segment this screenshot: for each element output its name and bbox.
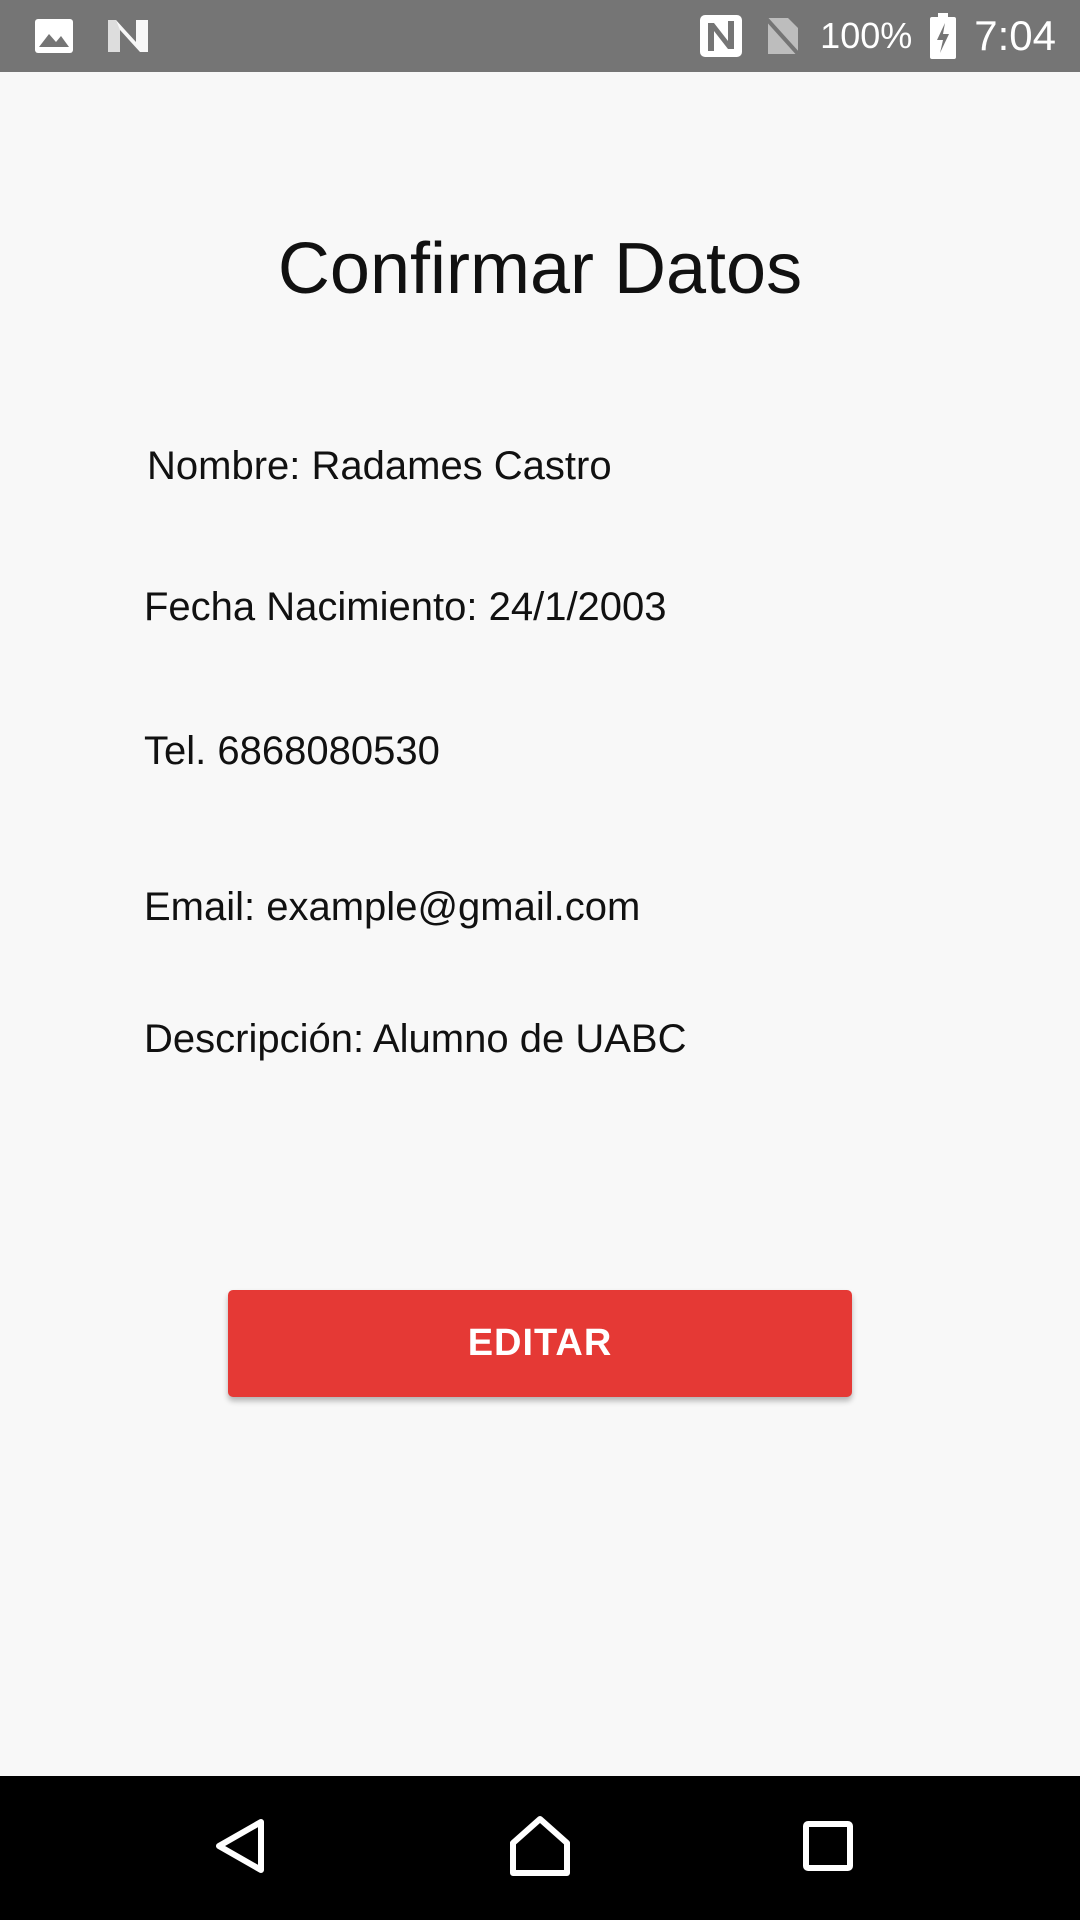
battery-percent: 100%	[820, 15, 913, 56]
battery-charging-icon	[930, 13, 957, 59]
nfc-icon	[698, 13, 744, 59]
descripcion-text: Descripción: Alumno de UABC	[144, 1017, 687, 1061]
home-icon	[508, 1815, 572, 1882]
home-button[interactable]	[460, 1776, 620, 1920]
recents-button[interactable]	[748, 1776, 908, 1920]
no-sim-icon	[762, 14, 802, 58]
nombre-text: Nombre: Radames Castro	[147, 444, 612, 488]
back-icon	[211, 1816, 271, 1881]
recents-icon	[802, 1820, 854, 1877]
status-right-icons: 100% 7:04	[698, 0, 1056, 72]
status-left-icons	[34, 0, 150, 72]
telefono-text: Tel. 6868080530	[144, 729, 440, 773]
page-title: Confirmar Datos	[277, 229, 803, 309]
fecha-nacimiento-text: Fecha Nacimiento: 24/1/2003	[144, 585, 667, 629]
back-button[interactable]	[161, 1776, 321, 1920]
clock: 7:04	[974, 12, 1056, 59]
image-icon	[34, 16, 74, 56]
status-bar: 100% 7:04	[0, 0, 1080, 72]
n-notification-icon	[106, 16, 150, 56]
edit-button[interactable]: EDITAR	[228, 1290, 852, 1397]
email-text: Email: example@gmail.com	[144, 885, 641, 929]
navigation-bar	[0, 1776, 1080, 1920]
